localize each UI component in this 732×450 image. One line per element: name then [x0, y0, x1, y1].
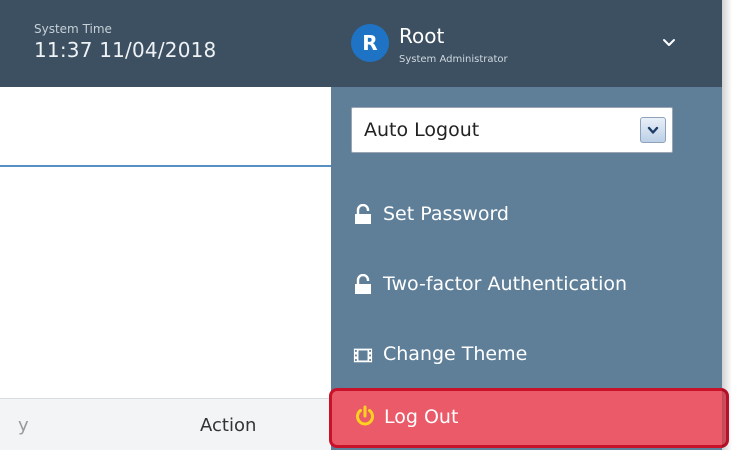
chevron-down-icon[interactable]: [661, 34, 677, 50]
logout-button[interactable]: Log Out: [329, 388, 729, 448]
table-header-action: Action: [200, 415, 257, 436]
menu-item-change-theme[interactable]: Change Theme: [331, 329, 722, 381]
avatar: R: [351, 24, 389, 62]
system-time-label: System Time: [34, 22, 112, 36]
menu-item-set-password[interactable]: Set Password: [331, 189, 722, 241]
menu-item-label: Two-factor Authentication: [383, 273, 628, 295]
user-menu-toggle[interactable]: R Root System Administrator: [331, 0, 722, 87]
select-dropdown-arrow[interactable]: [640, 117, 666, 143]
user-name: Root: [399, 24, 445, 48]
system-time: System Time 11:37 11/04/2018: [34, 22, 216, 62]
logout-label: Log Out: [384, 406, 459, 428]
menu-item-two-factor-authentication[interactable]: Two-factor Authentication: [331, 259, 722, 311]
menu-item-label: Change Theme: [383, 343, 528, 365]
table-header-truncated: y: [18, 415, 29, 436]
user-role: System Administrator: [399, 54, 508, 65]
table-header: y Action: [0, 398, 331, 450]
chevron-down-icon: [647, 126, 659, 134]
power-icon: [356, 405, 374, 426]
page: System Time 11:37 11/04/2018 R Root Syst…: [0, 0, 732, 450]
auto-logout-select[interactable]: Auto Logout: [351, 107, 673, 153]
menu-item-label: Set Password: [383, 203, 509, 225]
lock-icon: [355, 204, 371, 224]
system-time-value: 11:37 11/04/2018: [34, 38, 217, 62]
lock-icon: [355, 274, 371, 294]
film-icon: [353, 348, 373, 363]
edge-shadow: [722, 0, 732, 450]
auto-logout-value: Auto Logout: [364, 119, 480, 141]
content-divider: [0, 165, 331, 167]
